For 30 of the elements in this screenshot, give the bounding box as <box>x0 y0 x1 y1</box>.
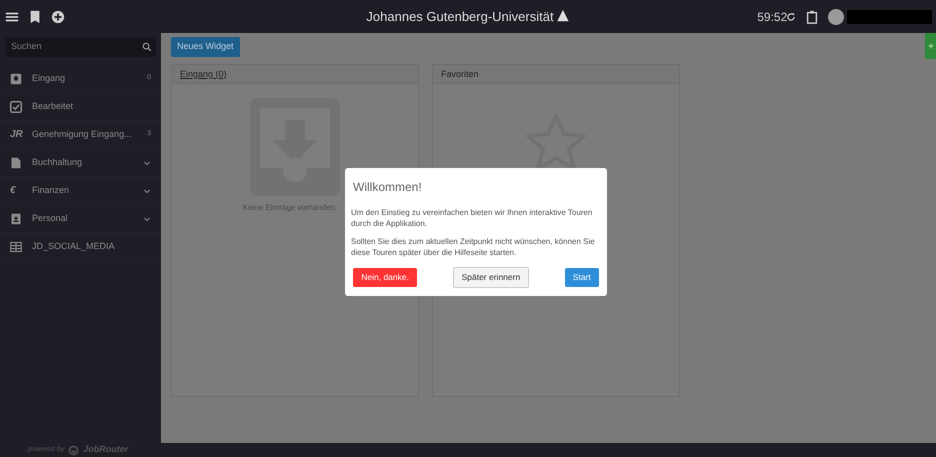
widget-title[interactable]: Eingang (0) <box>180 68 227 78</box>
dialog-text: Um den Einstieg zu vereinfachen bieten wir Ihnen interaktive Touren durch die Applikation. <box>351 208 594 230</box>
document-icon <box>10 156 22 168</box>
search-field[interactable]: Suchen <box>5 37 156 57</box>
session-timer: 59:52 <box>757 8 788 26</box>
menu-icon[interactable] <box>4 10 18 24</box>
decline-button[interactable]: Nein, danke. <box>353 268 417 287</box>
app-title: Johannes Gutenberg-Universität <box>366 9 554 24</box>
sidebar-item[interactable]: Buchhaltung <box>0 149 161 177</box>
refresh-icon[interactable] <box>786 12 796 22</box>
inbox-icon <box>10 72 22 84</box>
warning-icon <box>556 9 570 22</box>
dialog-title: Willkommen! <box>353 180 423 194</box>
id-badge-icon <box>10 212 22 224</box>
new-widget-button[interactable]: Neues Widget <box>171 37 240 56</box>
checked-box-icon <box>10 100 22 112</box>
widget-title: Favoriten <box>441 68 479 78</box>
start-button[interactable]: Start <box>564 268 599 287</box>
logo-icon <box>68 444 80 456</box>
plus-icon <box>926 40 936 51</box>
add-circle-icon[interactable] <box>50 10 64 24</box>
search-icon <box>142 42 152 52</box>
sidebar-item[interactable]: Personal <box>0 205 161 233</box>
remind-later-button[interactable]: Später erinnern <box>452 266 530 288</box>
search-field[interactable]: Suchen <box>9 39 139 55</box>
bookmark-icon[interactable] <box>28 10 42 24</box>
clipboard-icon[interactable] <box>805 10 820 24</box>
dialog-text: Sollten Sie dies zum aktuellen Zeitpunkt nicht wünschen, können Sie diese Touren später über die Hilfeseite starten. <box>351 237 596 258</box>
avatar[interactable] <box>828 8 844 24</box>
table-icon <box>10 240 22 252</box>
